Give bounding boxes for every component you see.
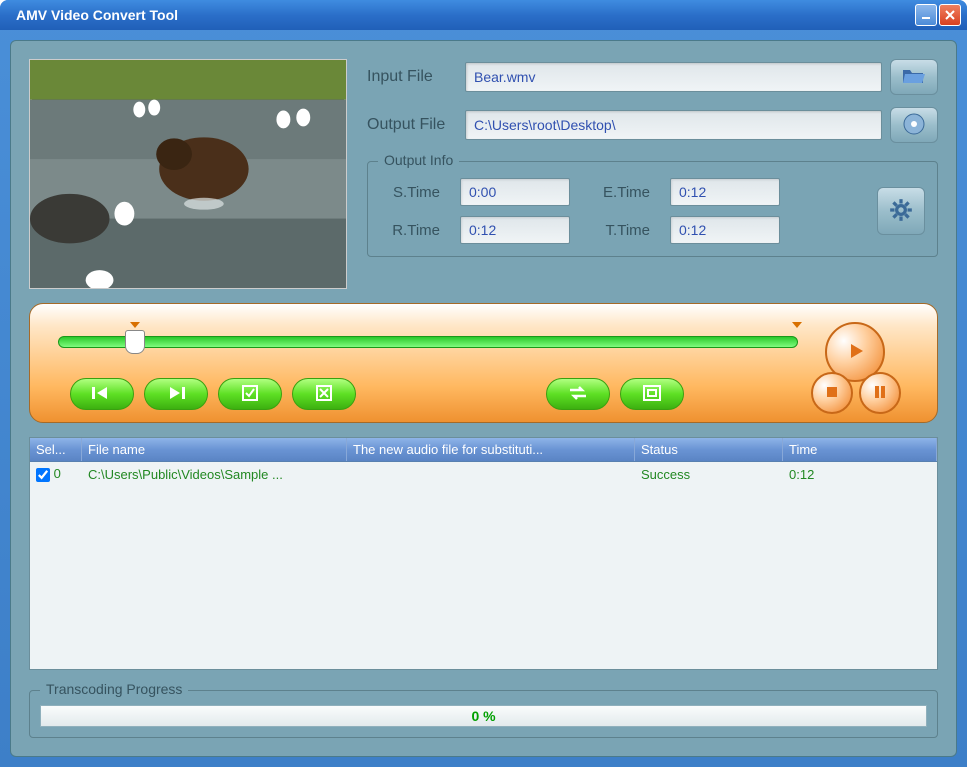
settings-button[interactable] xyxy=(877,187,925,235)
convert-button[interactable] xyxy=(546,378,610,410)
col-audio[interactable]: The new audio file for substituti... xyxy=(347,438,635,461)
input-file-field[interactable] xyxy=(465,62,882,92)
progress-text: 0 % xyxy=(471,708,495,724)
table-body: 0 C:\Users\Public\Videos\Sample ... Succ… xyxy=(30,462,937,669)
stop-button[interactable] xyxy=(811,372,853,414)
progress-legend: Transcoding Progress xyxy=(40,681,188,697)
timeline-slider[interactable] xyxy=(50,332,797,356)
mark-end-button[interactable] xyxy=(144,378,208,410)
start-time-label: S.Time xyxy=(380,184,440,201)
progress-bar: 0 % xyxy=(40,705,927,727)
total-time-label: T.Time xyxy=(590,222,650,239)
run-time-label: R.Time xyxy=(380,222,440,239)
mark-start-button[interactable] xyxy=(70,378,134,410)
convert-arrows-icon xyxy=(564,384,592,405)
playback-panel xyxy=(29,303,938,423)
row-audio xyxy=(347,470,635,478)
output-file-label: Output File xyxy=(367,116,457,134)
slider-thumb[interactable] xyxy=(125,330,145,354)
row-time: 0:12 xyxy=(783,463,937,486)
disc-save-icon xyxy=(902,112,926,139)
table-row[interactable]: 0 C:\Users\Public\Videos\Sample ... Succ… xyxy=(30,462,937,486)
cancel-button[interactable] xyxy=(292,378,356,410)
output-info-group: Output Info S.Time E.Time R.Time T.Time xyxy=(367,161,938,257)
progress-group: Transcoding Progress 0 % xyxy=(29,690,938,738)
browse-input-button[interactable] xyxy=(890,59,938,95)
stop-icon xyxy=(824,384,840,403)
play-icon xyxy=(843,339,867,366)
folder-open-icon xyxy=(901,66,927,89)
app-window: AMV Video Convert Tool xyxy=(0,0,967,767)
col-time[interactable]: Time xyxy=(783,438,937,461)
mark-in-icon xyxy=(88,384,116,405)
col-select[interactable]: Sel... xyxy=(30,438,82,461)
col-filename[interactable]: File name xyxy=(82,438,347,461)
video-preview xyxy=(29,59,347,289)
check-button[interactable] xyxy=(218,378,282,410)
col-status[interactable]: Status xyxy=(635,438,783,461)
gear-icon xyxy=(888,197,914,226)
output-info-legend: Output Info xyxy=(378,152,459,168)
file-info-panel: Input File Output File xyxy=(367,59,938,289)
window-title: AMV Video Convert Tool xyxy=(16,7,178,23)
row-status: Success xyxy=(635,463,783,486)
start-time-field[interactable] xyxy=(460,178,570,206)
pause-button[interactable] xyxy=(859,372,901,414)
row-filename: C:\Users\Public\Videos\Sample ... xyxy=(82,463,347,486)
input-file-label: Input File xyxy=(367,68,457,86)
total-time-field[interactable] xyxy=(670,216,780,244)
screen-box-icon xyxy=(638,384,666,405)
fullscreen-button[interactable] xyxy=(620,378,684,410)
titlebar: AMV Video Convert Tool xyxy=(0,0,967,30)
end-time-label: E.Time xyxy=(590,184,650,201)
close-button[interactable] xyxy=(939,4,961,26)
mark-out-icon xyxy=(162,384,190,405)
minimize-button[interactable] xyxy=(915,4,937,26)
row-checkbox[interactable] xyxy=(36,468,50,482)
start-marker-icon[interactable] xyxy=(130,322,140,328)
table-header: Sel... File name The new audio file for … xyxy=(30,438,937,462)
file-table: Sel... File name The new audio file for … xyxy=(29,437,938,670)
output-file-field[interactable] xyxy=(465,110,882,140)
browse-output-button[interactable] xyxy=(890,107,938,143)
check-box-icon xyxy=(236,384,264,405)
row-index: 0 xyxy=(54,466,61,481)
client-area: Input File Output File xyxy=(10,40,957,757)
end-time-field[interactable] xyxy=(670,178,780,206)
x-box-icon xyxy=(310,384,338,405)
pause-icon xyxy=(872,384,888,403)
run-time-field[interactable] xyxy=(460,216,570,244)
